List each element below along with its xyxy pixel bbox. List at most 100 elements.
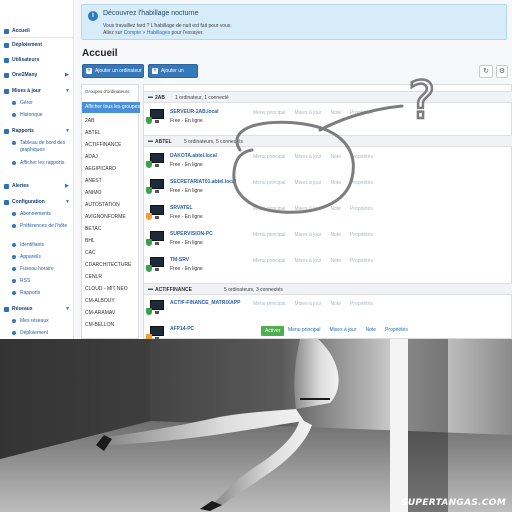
computer-row[interactable]: DAKOTA.abtel.local Free - En ligne Menu pr… — [146, 151, 512, 173]
group-list-item[interactable]: BHL — [85, 238, 95, 244]
sidebar-item-label: Historique — [20, 112, 43, 118]
group-list-item[interactable]: ACTIFFINANCE — [85, 142, 121, 148]
group-list-item[interactable]: AVIGNONFORME — [85, 214, 126, 220]
group-list-item[interactable]: CM-BELLON — [85, 322, 114, 328]
note-link[interactable]: Note — [330, 154, 341, 160]
note-link[interactable]: Note — [330, 180, 341, 186]
note-link[interactable]: Note — [330, 258, 341, 264]
sidebar-item-label: Accueil — [12, 28, 30, 34]
menu-principal-link[interactable]: Menu principal — [253, 232, 286, 238]
computer-name[interactable]: TM-SRV — [170, 257, 189, 263]
group-list-item[interactable]: CENLR — [85, 274, 102, 280]
group-list-item[interactable]: CAC — [85, 250, 96, 256]
group-list-item[interactable]: ADAJ — [85, 154, 98, 160]
updates-link[interactable]: Mises à jour — [330, 327, 357, 333]
shield-icon — [146, 187, 152, 194]
properties-link[interactable]: Propriétés — [350, 180, 373, 186]
sidebar-item-label: One2Many — [12, 72, 38, 78]
sidebar-item-label: Fuseau horaire — [20, 266, 54, 272]
note-link[interactable]: Note — [330, 110, 341, 116]
settings-menu-button[interactable]: ⚙ — [496, 65, 508, 78]
group-header[interactable]: ▬ ABTEL 5 ordinateurs, 5 connectés — [144, 135, 512, 147]
group-header[interactable]: ▬ ACTIFFINANCE 5 ordinateurs, 3 connecté… — [144, 283, 512, 295]
menu-principal-link[interactable]: Menu principal — [253, 180, 286, 186]
group-list-item[interactable]: CM-ARAMAV — [85, 310, 115, 316]
updates-link[interactable]: Mises à jour — [295, 301, 322, 307]
key-icon — [12, 243, 16, 247]
updates-link[interactable]: Mises à jour — [295, 110, 322, 116]
computer-name[interactable]: ACTIF-FINANCE_MATRIXAPP — [170, 300, 240, 306]
properties-link[interactable]: Propriétés — [350, 206, 373, 212]
note-link[interactable]: Note — [330, 232, 341, 238]
collapse-icon[interactable]: ▬ — [148, 94, 153, 100]
group-list-item[interactable]: CDARCHITECTURE — [85, 262, 131, 268]
sidebar-item-label: Appareils — [20, 254, 41, 260]
menu-principal-link[interactable]: Menu principal — [288, 327, 321, 333]
properties-link[interactable]: Propriétés — [350, 258, 373, 264]
group-list-item[interactable]: BETAC — [85, 226, 101, 232]
updates-link[interactable]: Mises à jour — [295, 232, 322, 238]
computer-name[interactable]: SERVEUR-2AB.local — [170, 109, 219, 115]
refresh-button[interactable]: ↻ — [479, 65, 493, 78]
shield-icon — [146, 308, 152, 315]
computer-row[interactable]: SERVEUR-2AB.local Free - En ligne Menu pri… — [146, 107, 512, 129]
properties-link[interactable]: Propriétés — [350, 301, 373, 307]
computer-row[interactable]: SUPERVISION-PC Free - En ligne Menu princi… — [146, 229, 512, 251]
menu-principal-link[interactable]: Menu principal — [253, 258, 286, 264]
note-link[interactable]: Note — [330, 206, 341, 212]
updates-link[interactable]: Mises à jour — [295, 206, 322, 212]
wrench-icon — [12, 101, 16, 105]
computer-row[interactable]: ACTIF-FINANCE_MATRIXAPP Menu principal Mis… — [146, 298, 512, 320]
group-header[interactable]: ▬ 2AB 1 ordinateur, 1 connecté — [144, 91, 512, 103]
group-list-item[interactable]: 2AB — [85, 118, 94, 124]
group-list-item[interactable]: ANIMO — [85, 190, 101, 196]
banner-link[interactable]: Compte > Habillages — [124, 30, 171, 36]
group-list-item[interactable]: ANEST — [85, 178, 102, 184]
menu-principal-link[interactable]: Menu principal — [253, 206, 286, 212]
updates-link[interactable]: Mises à jour — [295, 180, 322, 186]
report-icon — [12, 291, 16, 295]
menu-principal-link[interactable]: Menu principal — [253, 301, 286, 307]
group-list-item[interactable]: AEGIPICARD — [85, 166, 116, 172]
computer-row[interactable]: SECRETARIAT01.abtel.local Free - En ligne… — [146, 177, 512, 199]
info-icon: i — [88, 11, 98, 21]
sidebar-item-label: Mes réseaux — [20, 318, 49, 324]
computer-row[interactable]: TM-SRV Free - En ligne Menu principal Mises… — [146, 255, 512, 277]
group-list-item[interactable]: AUTOSTATION — [85, 202, 120, 208]
computer-row[interactable]: SRVATEL Free - En ligne Menu principal Mise… — [146, 203, 512, 225]
computer-name[interactable]: SRVATEL — [170, 205, 193, 211]
computer-name[interactable]: AFP14-PC — [170, 326, 194, 332]
gear-icon: ⚙ — [498, 68, 506, 75]
note-link[interactable]: Note — [365, 327, 376, 333]
group-name: ACTIFFINANCE — [155, 287, 192, 293]
sidebar-item-label: Afficher les rapports — [20, 160, 65, 166]
group-list-item[interactable]: ABTEL — [85, 130, 101, 136]
computer-actions: Menu principal Mises à jour Note Propriétés — [253, 154, 382, 160]
collapse-icon[interactable]: ▬ — [148, 138, 153, 144]
properties-link[interactable]: Propriétés — [350, 110, 373, 116]
computer-row[interactable]: AFP14-PC Activer Menu principal Mises à jou… — [146, 324, 512, 339]
computer-name[interactable]: SECRETARIAT01.abtel.local — [170, 179, 236, 185]
add-computer-button[interactable]: + Ajouter un ordinateur — [82, 64, 144, 78]
menu-principal-link[interactable]: Menu principal — [253, 110, 286, 116]
groups-show-all[interactable]: Afficher tous les groupes — [82, 102, 140, 113]
computer-name[interactable]: SUPERVISION-PC — [170, 231, 213, 237]
collapse-icon[interactable]: ▬ — [148, 286, 153, 292]
monitor-icon — [150, 153, 164, 167]
updates-link[interactable]: Mises à jour — [295, 154, 322, 160]
main-panel: i Découvrez l'habillage nocturne Vous tr… — [75, 0, 512, 339]
group-list-item[interactable]: CLOUD - MIT NEO — [85, 286, 128, 292]
properties-link[interactable]: Propriétés — [350, 154, 373, 160]
monitor-icon — [150, 231, 164, 245]
add-group-button[interactable]: + Ajouter un groupe — [148, 64, 198, 86]
properties-link[interactable]: Propriétés — [350, 232, 373, 238]
sidebar-item-label: Déploiement — [12, 42, 43, 48]
updates-link[interactable]: Mises à jour — [295, 258, 322, 264]
menu-principal-link[interactable]: Menu principal — [253, 154, 286, 160]
computer-name[interactable]: DAKOTA.abtel.local — [170, 153, 217, 159]
activate-button[interactable]: Activer — [261, 326, 285, 336]
note-link[interactable]: Note — [330, 301, 341, 307]
plus-icon: + — [152, 68, 158, 74]
group-list-item[interactable]: CM-ALBOUY — [85, 298, 115, 304]
properties-link[interactable]: Propriétés — [385, 327, 408, 333]
